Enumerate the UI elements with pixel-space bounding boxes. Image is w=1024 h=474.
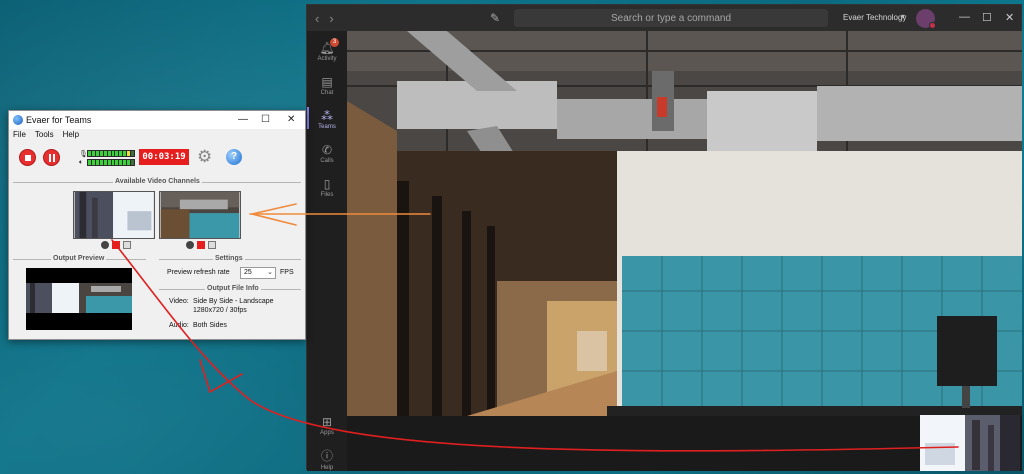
output-preview — [26, 268, 132, 330]
audio-label: Audio: — [169, 322, 189, 329]
forward-arrow-icon[interactable]: › — [329, 11, 333, 26]
maximize-icon[interactable]: ☐ — [261, 114, 270, 125]
search-input[interactable]: Search or type a command — [514, 9, 828, 27]
evaer-window: Evaer for Teams — ☐ ✕ File Tools Help 🎙︎… — [8, 110, 306, 340]
file-icon: ▯ — [323, 177, 331, 191]
rail-item-apps[interactable]: ⊞ Apps — [307, 415, 347, 436]
video-channel-1[interactable] — [73, 191, 155, 239]
app-rail: 🔔︎ 3 Activity ▤ Chat ⁂ Teams ✆ Calls ▯ F… — [307, 31, 347, 471]
meeting-video-feed — [347, 31, 1022, 471]
menu-tools[interactable]: Tools — [35, 130, 54, 143]
channel-1-status-dot — [101, 241, 109, 249]
menu-bar: File Tools Help — [9, 130, 305, 143]
evaer-logo-icon — [13, 115, 23, 125]
recording-timer: 00:03:19 — [139, 149, 189, 165]
stop-icon — [25, 155, 31, 161]
audio-value: Both Sides — [193, 322, 227, 329]
teams-icon: ⁂ — [321, 109, 333, 123]
evaer-titlebar: Evaer for Teams — ☐ ✕ — [9, 111, 305, 129]
video-resolution-value: 1280x720 / 30fps — [193, 307, 247, 314]
help-icon: ⓘ — [320, 449, 333, 463]
rail-item-chat[interactable]: ▤ Chat — [307, 75, 347, 96]
back-arrow-icon[interactable]: ‹ — [315, 11, 319, 26]
rail-item-help[interactable]: ⓘ Help — [307, 447, 347, 471]
section-title-file-info: Output File Info — [205, 285, 261, 292]
avatar[interactable] — [916, 9, 936, 29]
bell-icon: 🔔︎ — [319, 41, 335, 55]
speaker-level-meter — [87, 159, 135, 166]
chat-icon: ▤ — [321, 75, 333, 89]
activity-badge: 3 — [330, 38, 339, 47]
video-label: Video: — [169, 298, 189, 305]
minimize-icon[interactable]: — — [959, 11, 970, 23]
section-title-settings: Settings — [213, 255, 245, 262]
org-name[interactable]: Evaer Technology — [843, 13, 906, 22]
video-mode-value: Side By Side - Landscape — [193, 298, 274, 305]
close-icon[interactable]: ✕ — [1005, 11, 1014, 24]
gear-icon[interactable]: ⚙ — [197, 148, 214, 165]
compose-icon[interactable]: ✎ — [490, 11, 500, 25]
channel-1-record-button[interactable] — [112, 241, 120, 249]
channel-2-record-button[interactable] — [197, 241, 205, 249]
close-icon[interactable]: ✕ — [287, 114, 295, 125]
mic-level-meter — [87, 150, 135, 157]
refresh-rate-select[interactable]: 25 ⌄ — [240, 267, 276, 279]
channel-1-popout-icon[interactable] — [123, 241, 131, 249]
menu-help[interactable]: Help — [63, 130, 79, 143]
rail-item-files[interactable]: ▯ Files — [307, 177, 347, 198]
meeting-stage — [347, 31, 1022, 471]
rail-item-teams[interactable]: ⁂ Teams — [307, 107, 347, 130]
phone-icon: ✆ — [321, 143, 333, 157]
self-view-thumbnail[interactable] — [920, 415, 1020, 471]
chevron-down-icon: ⌄ — [267, 269, 273, 276]
pause-button[interactable] — [43, 149, 60, 166]
rail-item-calls[interactable]: ✆ Calls — [307, 143, 347, 164]
refresh-rate-label: Preview refresh rate — [167, 269, 230, 276]
chevron-down-icon[interactable]: ▾ — [901, 12, 905, 21]
speaker-icon: 🔈︎ — [79, 159, 84, 166]
apps-icon: ⊞ — [321, 415, 333, 429]
nav-arrows: ‹ › — [315, 11, 334, 26]
status-badge — [929, 22, 936, 29]
section-title-preview: Output Preview — [51, 255, 107, 262]
menu-file[interactable]: File — [13, 130, 26, 143]
video-channel-2[interactable] — [159, 191, 241, 239]
maximize-icon[interactable]: ☐ — [982, 11, 992, 24]
stop-button[interactable] — [19, 149, 36, 166]
pause-icon — [49, 154, 51, 162]
minimize-icon[interactable]: — — [238, 114, 248, 125]
window-title: Evaer for Teams — [26, 115, 92, 125]
channel-2-popout-icon[interactable] — [208, 241, 216, 249]
teams-window: ‹ › ✎ Search or type a command Evaer Tec… — [306, 4, 1022, 471]
section-title-channels: Available Video Channels — [113, 178, 202, 185]
rail-item-activity[interactable]: 🔔︎ 3 Activity — [307, 38, 347, 62]
fps-label: FPS — [280, 269, 294, 276]
channel-2-status-dot — [186, 241, 194, 249]
help-button[interactable]: ? — [226, 149, 242, 165]
